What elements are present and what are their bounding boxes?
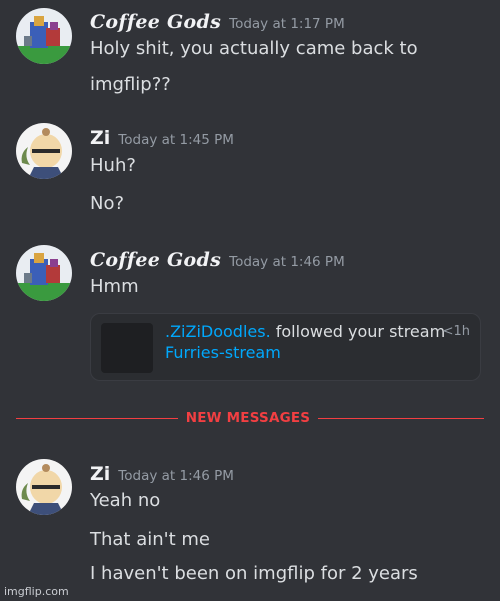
message-text: Hmm <box>90 276 139 297</box>
embed-time: <1h <box>442 324 470 339</box>
message-text: Holy shit, you actually came back to <box>90 38 418 59</box>
stream-follow-embed[interactable]: .ZiZiDoodles. followed your stream Furri… <box>90 313 481 381</box>
message-text: I haven't been on imgflip for 2 years <box>90 563 418 584</box>
author-name[interactable]: Coffee Gods <box>90 11 221 33</box>
pixel-art-avatar-icon[interactable] <box>16 8 72 64</box>
timestamp: Today at 1:45 PM <box>118 132 234 148</box>
message-text: imgflip?? <box>90 74 171 95</box>
new-messages-label: NEW MESSAGES <box>185 410 311 426</box>
embed-text: followed your stream <box>270 322 446 341</box>
timestamp: Today at 1:17 PM <box>229 16 345 32</box>
pixel-art-avatar-icon[interactable] <box>16 245 72 301</box>
embed-title: .ZiZiDoodles. followed your stream <box>165 322 445 341</box>
message-text: No? <box>90 193 125 214</box>
divider-line <box>318 418 484 419</box>
message-header: Zi Today at 1:46 PM <box>90 463 234 485</box>
follower-username[interactable]: .ZiZiDoodles. <box>165 322 271 341</box>
message-text: Huh? <box>90 155 136 176</box>
message-header: Coffee Gods Today at 1:17 PM <box>90 11 345 33</box>
message-text: Yeah no <box>90 490 161 511</box>
message-header: Zi Today at 1:45 PM <box>90 127 234 149</box>
message-header: Coffee Gods Today at 1:46 PM <box>90 249 345 271</box>
embed-thumbnail <box>101 323 153 373</box>
anime-character-avatar-icon[interactable] <box>16 459 72 515</box>
timestamp: Today at 1:46 PM <box>229 254 345 270</box>
imgflip-watermark: imgflip.com <box>4 585 69 598</box>
author-name[interactable]: Coffee Gods <box>90 249 221 271</box>
stream-link[interactable]: Furries-stream <box>165 343 281 362</box>
divider-line <box>16 418 178 419</box>
anime-character-avatar-icon[interactable] <box>16 123 72 179</box>
message-text: That ain't me <box>90 529 210 550</box>
author-name[interactable]: Zi <box>90 463 110 485</box>
new-messages-divider: NEW MESSAGES <box>16 409 484 427</box>
timestamp: Today at 1:46 PM <box>118 468 234 484</box>
author-name[interactable]: Zi <box>90 127 110 149</box>
